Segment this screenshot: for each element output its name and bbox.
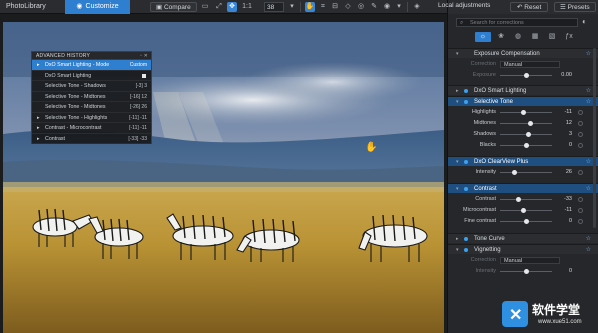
local-adjustments-icon[interactable]: ◈ bbox=[412, 2, 422, 12]
history-item[interactable]: ▸ Contrast - Microcontrast [-11] -11 bbox=[32, 123, 151, 134]
section-smart-lighting[interactable]: ▸ DxO Smart Lighting ☆ bbox=[448, 85, 598, 95]
microcontrast-slider[interactable] bbox=[521, 208, 526, 213]
checkbox-icon bbox=[142, 73, 146, 78]
history-item[interactable]: ▸ DxO Smart Lighting - Mode Custom bbox=[32, 60, 151, 71]
compare-button[interactable]: ▣ Compare bbox=[150, 2, 197, 12]
horizon-icon[interactable]: ⊟ bbox=[330, 2, 340, 12]
history-item[interactable]: Selective Tone - Midtones [-16] 12 bbox=[32, 92, 151, 102]
palette-scrollbar[interactable] bbox=[593, 48, 596, 228]
search-icon: ⌕ bbox=[460, 20, 464, 26]
watermark-logo-icon: ✕ bbox=[502, 301, 528, 327]
section-selective-tone[interactable]: ▾ Selective Tone ☆ bbox=[448, 96, 598, 106]
zoom-1-1-button[interactable]: 1:1 bbox=[240, 2, 254, 12]
history-title: ADVANCED HISTORY bbox=[36, 53, 91, 59]
perspective-icon[interactable]: ◇ bbox=[343, 2, 353, 12]
tab-photolibrary[interactable]: PhotoLibrary bbox=[0, 0, 64, 14]
correction-palette: Local adjustments ↶ Reset ☰ Presets ⌕ Sea… bbox=[438, 0, 598, 333]
red-eye-icon[interactable]: ◎ bbox=[356, 2, 366, 12]
tab-customize[interactable]: ◉ Customize bbox=[65, 0, 130, 14]
watermark-url: www.xue51.com bbox=[538, 319, 582, 325]
exposure-slider-row: Exposure 0.00 bbox=[472, 72, 572, 78]
fx-tab-icon[interactable]: ƒx bbox=[561, 32, 577, 42]
zoom-value-field[interactable]: 38 bbox=[264, 2, 284, 12]
vignetting-intensity-slider[interactable] bbox=[524, 269, 529, 274]
crop-icon[interactable]: ⌗ bbox=[318, 2, 328, 12]
clearview-intensity-row: Intensity 26 bbox=[448, 167, 598, 178]
history-controls[interactable]: ▫ ✕ bbox=[140, 52, 148, 60]
palette-tabs: ☼ ❀ ◍ ▦ ▧ ƒx bbox=[448, 30, 598, 43]
vignetting-correction-dropdown[interactable]: Manual bbox=[500, 257, 560, 264]
section-exposure-compensation[interactable]: ▾ Exposure Compensation ☆ bbox=[448, 48, 598, 58]
fit-icon[interactable]: ⤢ bbox=[214, 2, 224, 12]
geometry-tab-icon[interactable]: ▦ bbox=[527, 32, 543, 42]
split-view-icon[interactable]: ▭ bbox=[200, 2, 210, 12]
section-vignetting[interactable]: ▾ Vignetting ☆ bbox=[448, 244, 598, 254]
exposure-correction-row: Correction Manual bbox=[448, 59, 598, 70]
shadows-slider[interactable] bbox=[526, 132, 531, 137]
midtones-slider[interactable] bbox=[528, 121, 533, 126]
fine-contrast-row: Fine contrast 0 bbox=[448, 216, 598, 227]
history-item[interactable]: ▸ Contrast [-33] -33 bbox=[32, 134, 151, 144]
presets-icon: ☰ bbox=[560, 4, 568, 11]
midtones-row: Midtones 12 bbox=[448, 118, 598, 129]
watermark-tab-icon[interactable]: ▧ bbox=[544, 32, 560, 42]
contrast-row: Contrast -33 bbox=[448, 194, 598, 205]
history-item[interactable]: ▸ Selective Tone - Highlights [-11] -11 bbox=[32, 113, 151, 123]
section-clearview-plus[interactable]: ▾ DxO ClearView Plus ☆ bbox=[448, 156, 598, 166]
reset-button[interactable]: ↶ Reset bbox=[510, 2, 549, 12]
customize-icon: ◉ bbox=[76, 3, 83, 10]
presets-button[interactable]: ☰ Presets bbox=[554, 2, 596, 12]
hand-cursor-icon: ✋ bbox=[365, 142, 378, 153]
light-tab-icon[interactable]: ☼ bbox=[475, 32, 491, 42]
repair-icon[interactable]: ✎ bbox=[369, 2, 379, 12]
watermark-title: 软件学堂 bbox=[532, 303, 581, 317]
vignetting-correction-row: Correction Manual bbox=[448, 255, 598, 266]
section-tone-curve[interactable]: ▸ Tone Curve ☆ bbox=[448, 233, 598, 243]
right-toolbar: Local adjustments ↶ Reset ☰ Presets bbox=[438, 0, 598, 14]
hand-icon[interactable]: ✋ bbox=[305, 2, 315, 12]
chevron-down-icon[interactable]: ▾ bbox=[287, 2, 297, 12]
move-icon[interactable]: ✥ bbox=[227, 2, 237, 12]
history-item[interactable]: Selective Tone - Shadows [-3] 3 bbox=[32, 81, 151, 92]
vignetting-intensity-row: Intensity 0 bbox=[475, 268, 572, 274]
highlights-row: Highlights -11 bbox=[448, 107, 598, 118]
reset-label: Reset bbox=[524, 4, 542, 11]
history-item[interactable]: DxO Smart Lighting bbox=[32, 71, 151, 81]
advanced-history-panel: ADVANCED HISTORY ▫ ✕ ▸ DxO Smart Lighting … bbox=[31, 51, 152, 144]
history-item[interactable]: Selective Tone - Midtones [-26] 26 bbox=[32, 102, 151, 113]
section-contrast[interactable]: ▾ Contrast ☆ bbox=[448, 183, 598, 193]
blacks-slider[interactable] bbox=[524, 143, 529, 148]
local-adjustments-button[interactable]: Local adjustments bbox=[438, 2, 490, 9]
site-watermark: ✕ 软件学堂 www.xue51.com bbox=[502, 299, 598, 333]
microcontrast-row: Microcontrast -11 bbox=[448, 205, 598, 216]
compare-label: Compare bbox=[163, 4, 191, 11]
compare-eye-icon[interactable]: ◐ bbox=[582, 17, 587, 26]
color-tab-icon[interactable]: ❀ bbox=[493, 32, 509, 42]
clearview-intensity-slider[interactable] bbox=[512, 170, 517, 175]
exposure-correction-dropdown[interactable]: Manual bbox=[500, 61, 560, 68]
contrast-slider[interactable] bbox=[516, 197, 521, 202]
exposure-slider[interactable] bbox=[524, 73, 529, 78]
shadows-row: Shadows 3 bbox=[448, 129, 598, 140]
fine-contrast-slider[interactable] bbox=[524, 219, 529, 224]
blacks-row: Blacks 0 bbox=[448, 140, 598, 151]
chevron-down-icon[interactable]: ▾ bbox=[394, 2, 404, 12]
presets-label: Presets bbox=[567, 4, 590, 11]
highlights-slider[interactable] bbox=[521, 110, 526, 115]
eye-icon[interactable]: ◉ bbox=[382, 2, 392, 12]
compare-icon: ▣ bbox=[156, 4, 164, 11]
detail-tab-icon[interactable]: ◍ bbox=[510, 32, 526, 42]
search-input[interactable]: ⌕ Search for corrections bbox=[456, 18, 578, 27]
tab-customize-label: Customize bbox=[85, 3, 119, 10]
history-header: ADVANCED HISTORY ▫ ✕ bbox=[32, 52, 151, 60]
